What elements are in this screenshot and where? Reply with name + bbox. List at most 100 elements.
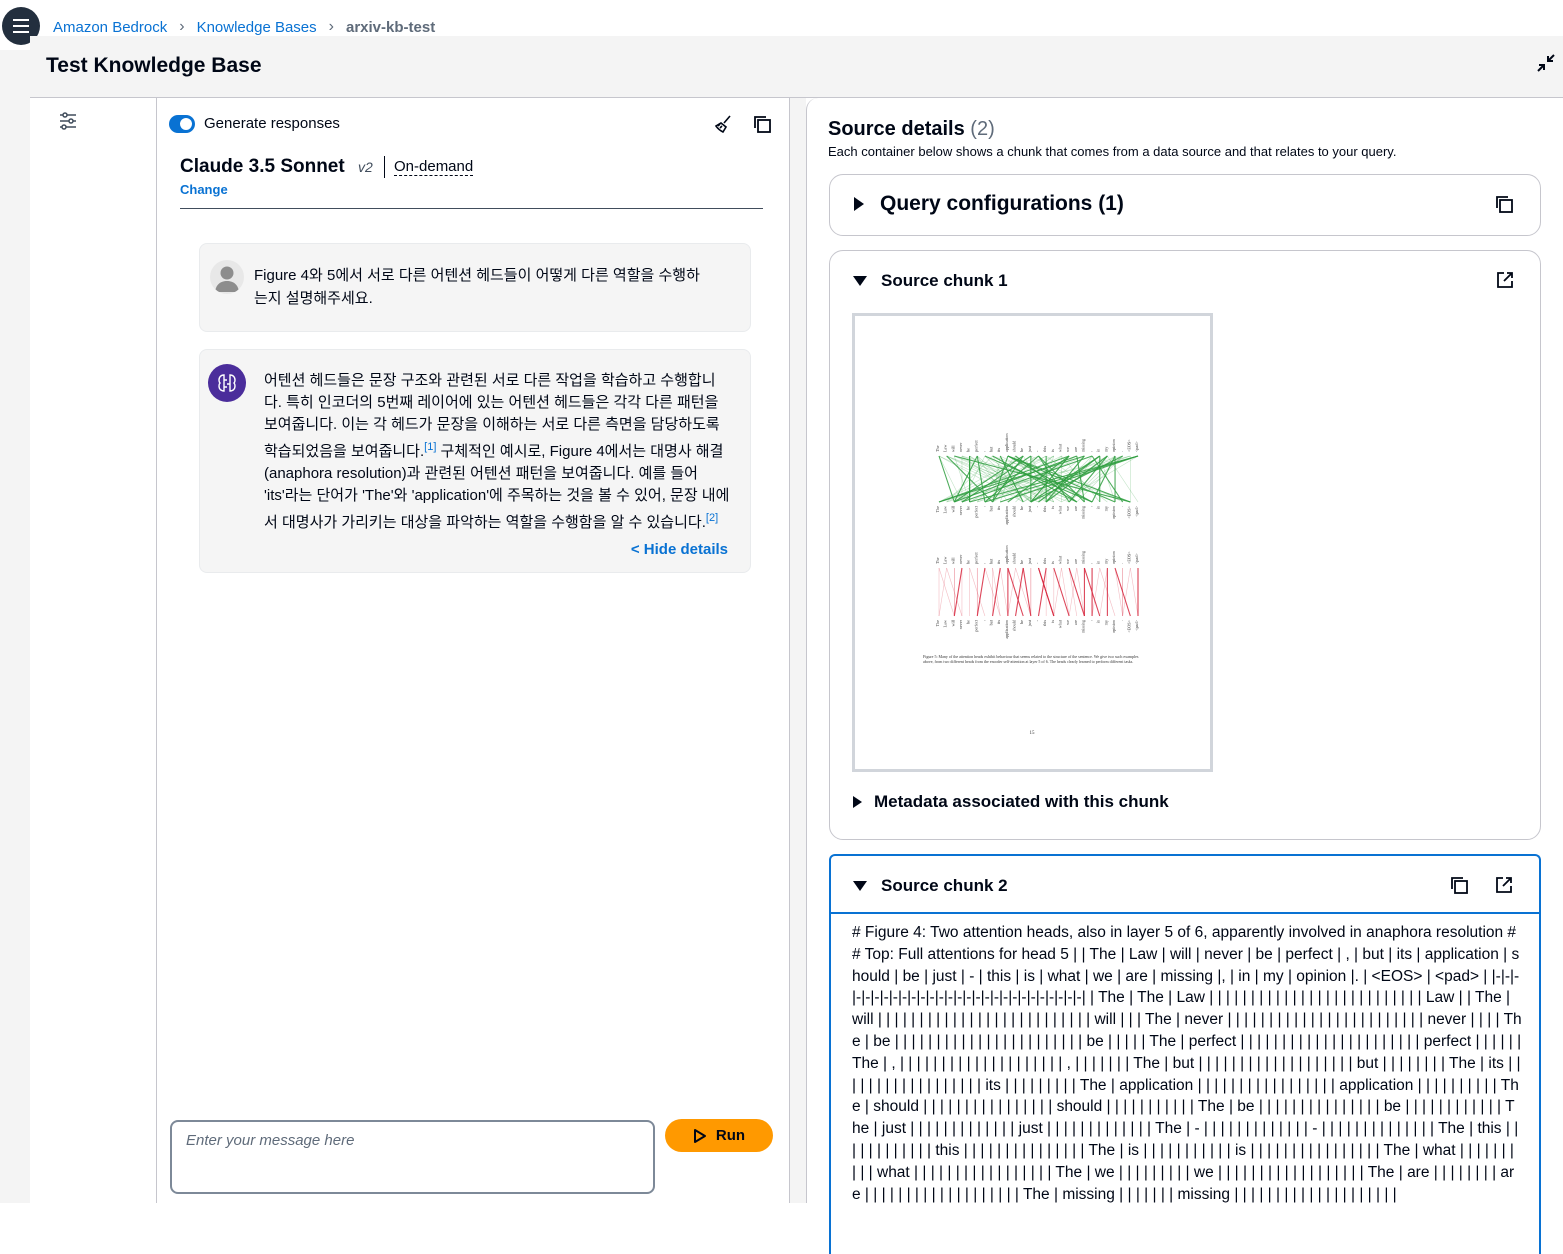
attention-line	[1091, 567, 1101, 617]
token-label: .	[1119, 451, 1124, 452]
token-label: is	[1050, 561, 1055, 564]
settings-sliders-icon[interactable]	[58, 112, 78, 135]
hide-details-link[interactable]: < Hide details	[631, 541, 728, 558]
token-label: missing	[1080, 619, 1085, 633]
token-label: will	[950, 619, 955, 626]
breadcrumb-amazon-bedrock[interactable]: Amazon Bedrock	[53, 19, 167, 36]
token-label: what	[1057, 443, 1062, 452]
query-configurations-card[interactable]: Query configurations (1)	[829, 174, 1541, 236]
token-label: are	[1073, 506, 1078, 511]
token-label: be	[966, 620, 971, 624]
citation-1-link[interactable]: [1]	[424, 441, 436, 453]
figure-caption: Figure 5: Many of the attention heads ex…	[923, 654, 1139, 664]
copy-icon[interactable]	[1449, 875, 1469, 900]
attention-line	[1007, 567, 1016, 617]
token-label: opinion	[1111, 438, 1116, 452]
token-label: ,	[1088, 563, 1094, 564]
token-label: just	[1027, 619, 1032, 627]
attention-head-green	[938, 455, 1139, 503]
message-input[interactable]: Enter your message here	[170, 1120, 655, 1194]
copy-icon[interactable]	[752, 114, 772, 139]
token-label: in	[1096, 560, 1101, 564]
generate-responses-toggle[interactable]	[169, 115, 195, 133]
token-label: perfect	[973, 619, 978, 631]
token-label: be	[1019, 560, 1024, 564]
token-label: The	[935, 620, 940, 627]
token-label: application	[1004, 544, 1009, 564]
attention-line	[1037, 567, 1047, 617]
source-chunk-2-header[interactable]: Source chunk 2	[831, 856, 1539, 914]
attention-line	[1022, 567, 1032, 617]
token-label: will	[950, 505, 955, 512]
page-header: Test Knowledge Base	[30, 36, 1563, 98]
token-label: <pad>	[1134, 441, 1139, 452]
token-label: but	[989, 619, 994, 625]
user-message-text: Figure 4와 5에서 서로 다른 어텐션 헤드들이 어떻게 다른 역할을 …	[254, 267, 700, 307]
token-label: Law	[943, 445, 948, 452]
token-label: perfect	[973, 505, 978, 517]
token-label: <pad>	[1134, 553, 1139, 564]
token-label: be	[1019, 506, 1024, 510]
source-details-heading: Source details	[828, 118, 965, 140]
token-label: will	[950, 445, 955, 452]
source-chunk-1-card: Source chunk 1 The The Law Law will will never…	[829, 250, 1541, 840]
token-label: in	[1096, 505, 1101, 509]
token-label: this	[1042, 506, 1047, 512]
clear-chat-broom-icon[interactable]	[714, 114, 734, 139]
token-label: we	[1065, 559, 1070, 564]
external-link-icon[interactable]	[1496, 271, 1514, 294]
panel-resize-divider[interactable]	[790, 98, 806, 1203]
token-label: missing	[1080, 550, 1085, 564]
token-label: .	[1119, 563, 1124, 564]
token-label: but	[989, 446, 994, 452]
ai-brain-icon	[208, 364, 246, 402]
token-label: <EOS>	[1126, 505, 1131, 518]
expand-triangle-icon	[854, 197, 864, 211]
token-label: what	[1057, 555, 1062, 564]
token-label: opinion	[1111, 619, 1116, 633]
source-details-panel: Source details (2) Each container below …	[806, 98, 1563, 1254]
token-label: be	[966, 506, 971, 510]
token-label: we	[1065, 506, 1070, 511]
source-chunk-1-document-preview[interactable]: The The Law Law will will never never be be perfec…	[852, 313, 1213, 772]
metadata-toggle[interactable]: Metadata associated with this chunk	[853, 792, 1169, 812]
token-label: is	[1050, 506, 1055, 509]
attention-line	[999, 567, 1009, 617]
token-label: ,	[981, 506, 987, 507]
user-avatar-icon	[210, 260, 244, 294]
page-number: 15	[1030, 731, 1036, 736]
source-chunk-1-header[interactable]: Source chunk 1	[853, 271, 1008, 291]
run-button[interactable]: Run	[665, 1119, 773, 1152]
attention-line	[953, 567, 963, 617]
attention-line	[938, 567, 947, 617]
query-configurations-header[interactable]: Query configurations (1)	[854, 192, 1124, 216]
attention-line	[1061, 567, 1070, 617]
change-model-link[interactable]: Change	[180, 182, 228, 197]
token-label: should	[1012, 619, 1017, 631]
token-label: should	[1012, 505, 1017, 517]
token-label: be	[1019, 620, 1024, 624]
copy-icon[interactable]	[1494, 194, 1514, 219]
token-label: application	[1004, 619, 1009, 639]
token-label: The	[935, 445, 940, 452]
model-version: v2	[358, 159, 373, 175]
model-mode[interactable]: On-demand	[394, 158, 474, 176]
model-separator	[384, 156, 385, 178]
chat-panel: Generate responses Claude 3.5 Sonnet v2 …	[158, 98, 790, 1203]
token-label: be	[1019, 448, 1024, 452]
token-label: what	[1057, 505, 1062, 514]
source-chunk-2-title-row: Source chunk 2	[853, 876, 1008, 896]
collapse-icon[interactable]	[1537, 54, 1555, 77]
breadcrumb-knowledge-bases[interactable]: Knowledge Bases	[197, 19, 317, 36]
generate-responses-label: Generate responses	[204, 115, 340, 132]
token-label: just	[1027, 505, 1032, 513]
token-label: application	[1004, 432, 1009, 452]
source-details-description: Each container below shows a chunk that …	[828, 144, 1397, 159]
citation-2-link[interactable]: [2]	[706, 512, 718, 524]
token-label: ,	[1088, 506, 1094, 507]
token-label: what	[1057, 619, 1062, 628]
token-label: its	[996, 506, 1001, 510]
settings-column	[30, 98, 157, 1203]
external-link-icon[interactable]	[1495, 876, 1513, 899]
token-label: never	[958, 505, 963, 515]
